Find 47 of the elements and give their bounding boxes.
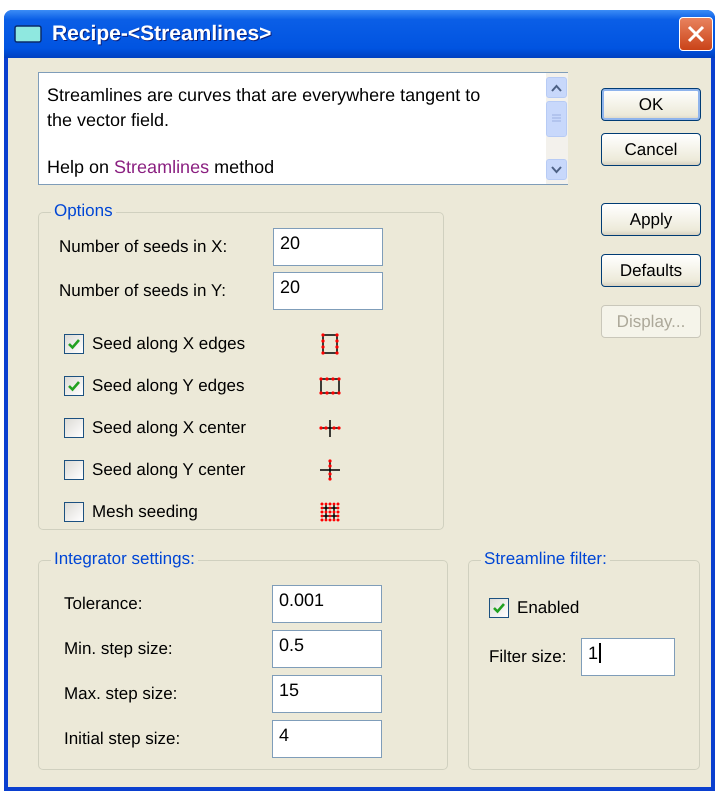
field-label: Number of seeds in X: — [59, 237, 228, 257]
check-mark-icon — [67, 337, 81, 351]
group-title: Options — [51, 201, 116, 221]
checkbox-label: Seed along X center — [92, 418, 248, 438]
dialog-button[interactable]: Defaults — [601, 254, 701, 287]
field-label: Max. step size: — [64, 684, 178, 704]
checkbox-label: Enabled — [517, 598, 580, 618]
check-mark-icon — [492, 601, 506, 615]
checkbox[interactable] — [64, 376, 84, 396]
input-field[interactable]: 4 — [272, 720, 382, 758]
window-title: Recipe-<Streamlines> — [52, 22, 272, 46]
checkbox-label: Mesh seeding — [92, 502, 199, 522]
checkbox[interactable] — [64, 460, 84, 480]
check-mark-icon — [67, 379, 81, 393]
input-field[interactable]: 15 — [272, 674, 382, 712]
field-label: Min. step size: — [64, 638, 174, 658]
input-field[interactable]: 20 — [273, 272, 383, 310]
help-text: Streamlines are curves that are everywhere tangent to the vector field. — [47, 84, 482, 132]
checkbox-label: Seed along Y center — [92, 460, 246, 480]
close-button[interactable] — [679, 17, 713, 51]
field-label: Initial step size: — [64, 728, 182, 748]
dialog-button[interactable]: Cancel — [601, 133, 701, 166]
dialog-button[interactable]: Apply — [601, 203, 701, 236]
input-field[interactable]: 1 — [581, 638, 675, 676]
input-field[interactable]: 0.001 — [272, 584, 382, 622]
close-icon — [685, 23, 707, 45]
cross-dots-icon — [318, 458, 342, 482]
input-field[interactable]: 0.5 — [272, 630, 382, 668]
checkbox[interactable] — [64, 334, 84, 354]
help-link[interactable]: Streamlines — [114, 157, 210, 177]
checkbox[interactable] — [64, 502, 84, 522]
field-label: Tolerance: — [64, 594, 144, 614]
scroll-down-icon[interactable] — [546, 159, 567, 180]
field-label: Number of seeds in Y: — [59, 281, 227, 301]
scroll-thumb[interactable] — [546, 100, 567, 136]
dialog-button[interactable]: OK — [601, 88, 701, 121]
field-label: Filter size: — [489, 647, 568, 667]
input-field[interactable]: 20 — [273, 228, 383, 266]
checkbox-label: Seed along Y edges — [92, 376, 246, 396]
scroll-up-icon[interactable] — [546, 77, 567, 98]
help-line: Help on Streamlines method — [47, 156, 276, 179]
checkbox[interactable] — [489, 598, 509, 618]
checkbox-label: Seed along X edges — [92, 334, 246, 354]
grid-dots-icon — [318, 500, 342, 524]
group-title: Integrator settings: — [51, 549, 198, 569]
checkbox[interactable] — [64, 418, 84, 438]
window-icon — [14, 25, 42, 43]
